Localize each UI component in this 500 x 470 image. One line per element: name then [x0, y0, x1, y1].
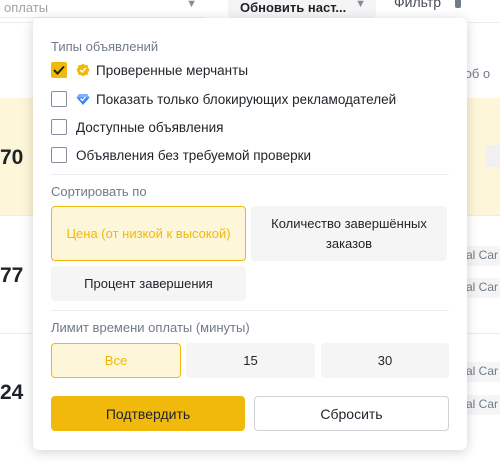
checkbox[interactable]	[51, 62, 67, 78]
refresh-settings-label: Обновить наст...	[240, 0, 347, 15]
option-verified-merchants[interactable]: Проверенные мерчанты	[51, 61, 248, 79]
payment-select-label: оплаты	[4, 0, 49, 15]
verified-merchant-icon	[76, 63, 90, 77]
sort-title: Сортировать по	[51, 184, 147, 199]
divider	[51, 174, 449, 175]
ad-types-title: Типы объявлений	[51, 39, 159, 54]
filter-icon	[455, 0, 461, 8]
row-price: 70	[0, 146, 24, 169]
confirm-button[interactable]: Подтвердить	[51, 396, 245, 431]
checkbox[interactable]	[51, 119, 67, 135]
refresh-settings-button[interactable]: Обновить наст... ▼	[228, 0, 376, 18]
option-available-ads[interactable]: Доступные объявления	[51, 118, 223, 136]
option-label: Показать только блокирующих рекламодател…	[96, 91, 397, 107]
option-label: Объявления без требуемой проверки	[76, 147, 312, 163]
sort-price-button[interactable]: Цена (от низкой к высокой)	[51, 206, 246, 261]
filter-button[interactable]: Фильтр	[394, 0, 441, 10]
sort-completion-rate-button[interactable]: Процент завершения	[51, 266, 246, 301]
payment-tag	[486, 145, 500, 167]
filter-popup: Типы объявлений Проверенные мерчанты Пок…	[33, 18, 467, 450]
row-price: 24	[0, 381, 24, 404]
option-label: Проверенные мерчанты	[96, 62, 249, 78]
time-all-button[interactable]: Все	[51, 343, 181, 378]
divider	[51, 310, 449, 311]
time-15-button[interactable]: 15	[186, 343, 315, 378]
option-blocking-advertisers[interactable]: Показать только блокирующих рекламодател…	[51, 90, 396, 108]
time-30-button[interactable]: 30	[321, 343, 449, 378]
chevron-down-icon: ▼	[186, 0, 197, 10]
checkbox[interactable]	[51, 147, 67, 163]
chevron-down-icon: ▼	[355, 0, 366, 10]
diamond-icon	[76, 94, 90, 105]
option-label: Доступные объявления	[76, 119, 224, 135]
option-no-verification[interactable]: Объявления без требуемой проверки	[51, 146, 311, 164]
reset-button[interactable]: Сбросить	[254, 396, 449, 431]
payment-select[interactable]: оплаты ▼	[0, 0, 205, 18]
checkbox[interactable]	[51, 91, 67, 107]
row-price: 77	[0, 264, 24, 287]
sort-completed-orders-button[interactable]: Количество завершённых заказов	[251, 206, 447, 261]
time-limit-title: Лимит времени оплаты (минуты)	[51, 320, 250, 335]
